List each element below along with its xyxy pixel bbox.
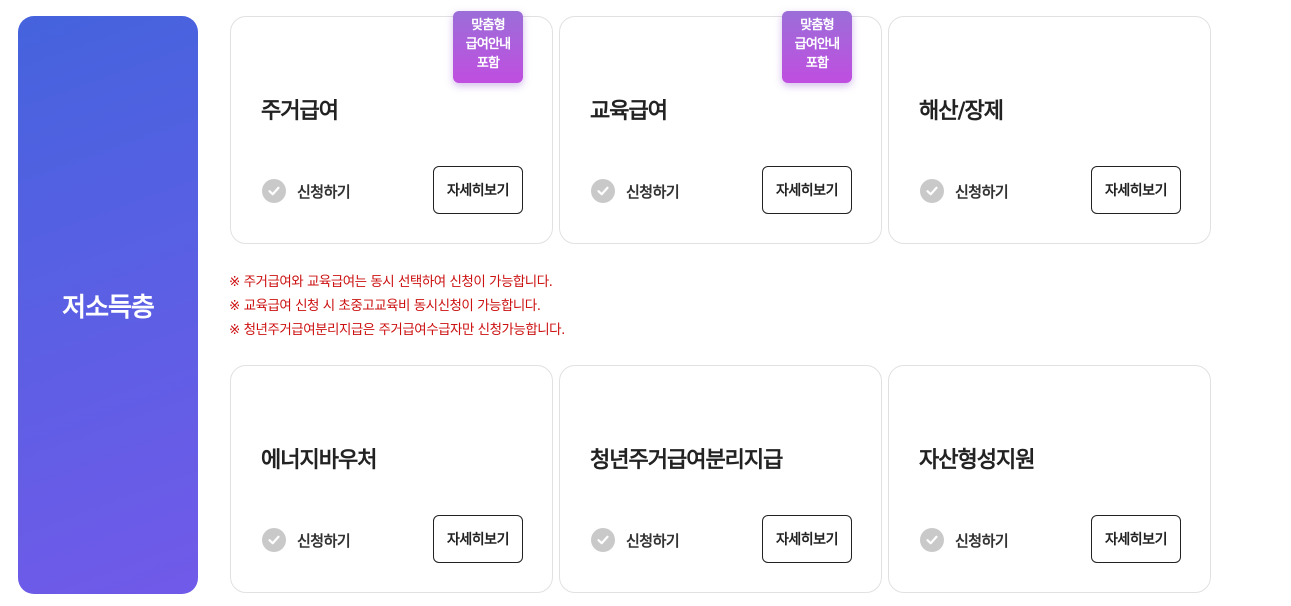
badge-line: 맞춤형 — [800, 18, 834, 33]
card-title: 자산형성지원 — [919, 448, 1035, 473]
benefit-card-education: 맞춤형 급여안내 포함 교육급여 신청하기 자세히보기 — [559, 11, 882, 244]
card-title: 교육급여 — [590, 99, 668, 124]
card-title: 해산/장제 — [919, 99, 1004, 124]
check-circle-icon — [262, 528, 286, 552]
apply-checkbox[interactable]: 신청하기 — [262, 179, 351, 203]
badge-line: 급여안내 — [465, 37, 511, 52]
benefit-card-energy-voucher: 에너지바우처 신청하기 자세히보기 — [230, 365, 553, 593]
card-title: 에너지바우처 — [261, 448, 377, 473]
apply-label: 신청하기 — [297, 531, 351, 550]
check-circle-icon — [262, 179, 286, 203]
notice-item: ※ 교육급여 신청 시 초중고교육비 동시신청이 가능합니다. — [229, 298, 541, 314]
notice-item: ※ 주거급여와 교육급여는 동시 선택하여 신청이 가능합니다. — [229, 274, 553, 290]
card-title: 청년주거급여분리지급 — [590, 448, 783, 473]
apply-label: 신청하기 — [626, 531, 680, 550]
badge-line: 포함 — [476, 56, 500, 71]
check-circle-icon — [591, 528, 615, 552]
apply-checkbox[interactable]: 신청하기 — [262, 528, 351, 552]
benefit-card-youth-housing: 청년주거급여분리지급 신청하기 자세히보기 — [559, 365, 882, 593]
apply-label: 신청하기 — [955, 182, 1009, 201]
badge-line: 포함 — [805, 56, 829, 71]
apply-checkbox[interactable]: 신청하기 — [591, 179, 680, 203]
apply-label: 신청하기 — [955, 531, 1009, 550]
details-button[interactable]: 자세히보기 — [433, 515, 523, 563]
badge-line: 급여안내 — [794, 37, 840, 52]
apply-label: 신청하기 — [626, 182, 680, 201]
details-button[interactable]: 자세히보기 — [762, 166, 852, 214]
category-panel: 저소득층 — [18, 16, 198, 594]
card-title: 주거급여 — [261, 99, 339, 124]
apply-checkbox[interactable]: 신청하기 — [591, 528, 680, 552]
details-button[interactable]: 자세히보기 — [762, 515, 852, 563]
check-circle-icon — [591, 179, 615, 203]
customized-benefit-badge: 맞춤형 급여안내 포함 — [453, 11, 523, 83]
apply-label: 신청하기 — [297, 182, 351, 201]
badge-line: 맞춤형 — [471, 18, 505, 33]
benefit-card-childbirth-funeral: 해산/장제 신청하기 자세히보기 — [888, 16, 1211, 244]
apply-checkbox[interactable]: 신청하기 — [920, 528, 1009, 552]
notice-list: ※ 주거급여와 교육급여는 동시 선택하여 신청이 가능합니다. ※ 교육급여 … — [229, 270, 565, 342]
benefit-card-asset-building: 자산형성지원 신청하기 자세히보기 — [888, 365, 1211, 593]
details-button[interactable]: 자세히보기 — [1091, 166, 1181, 214]
check-circle-icon — [920, 179, 944, 203]
category-title: 저소득층 — [62, 292, 155, 323]
benefit-card-housing: 맞춤형 급여안내 포함 주거급여 신청하기 자세히보기 — [230, 11, 553, 244]
customized-benefit-badge: 맞춤형 급여안내 포함 — [782, 11, 852, 83]
apply-checkbox[interactable]: 신청하기 — [920, 179, 1009, 203]
details-button[interactable]: 자세히보기 — [433, 166, 523, 214]
notice-item: ※ 청년주거급여분리지급은 주거급여수급자만 신청가능합니다. — [229, 322, 565, 338]
check-circle-icon — [920, 528, 944, 552]
details-button[interactable]: 자세히보기 — [1091, 515, 1181, 563]
